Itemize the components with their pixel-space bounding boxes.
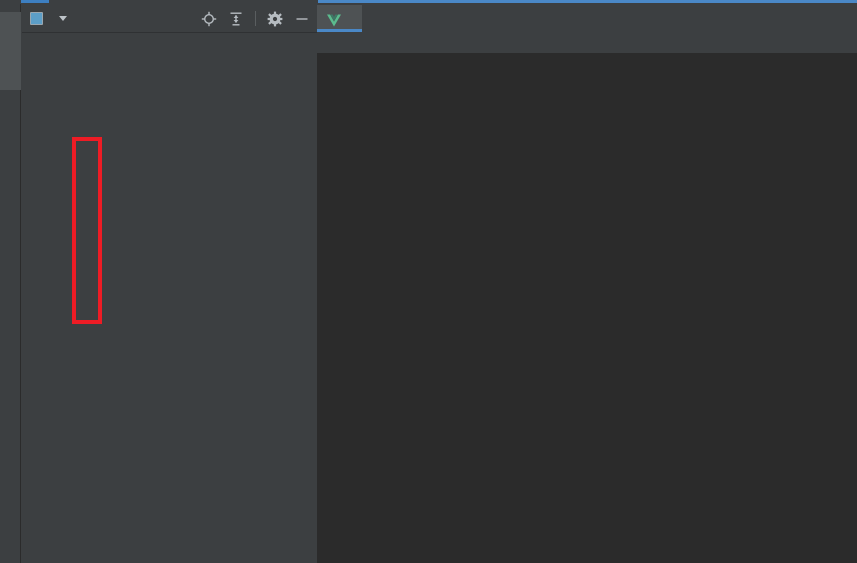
collapse-all-icon[interactable]	[228, 11, 244, 27]
breadcrumb[interactable]	[317, 32, 857, 54]
code-content[interactable]	[357, 54, 857, 563]
locate-icon[interactable]	[201, 11, 217, 27]
rail-button-structure[interactable]	[0, 497, 21, 563]
webstorm-window	[0, 0, 857, 563]
editor-area	[317, 4, 857, 563]
rail-button-project[interactable]	[0, 12, 21, 90]
chevron-down-icon[interactable]	[59, 15, 67, 21]
project-panel-title-group[interactable]	[22, 11, 67, 25]
project-window-icon	[30, 11, 43, 25]
editor-tab-bar	[317, 4, 857, 32]
left-tool-rail	[0, 4, 21, 563]
minimize-icon[interactable]	[294, 11, 310, 27]
vue-icon	[327, 12, 341, 27]
red-annotation-rectangle	[72, 137, 102, 324]
editor-tab-helloworld2[interactable]	[317, 5, 362, 32]
project-panel-toolbar	[201, 4, 310, 33]
editor-gutter[interactable]	[317, 54, 357, 563]
active-tab-underline	[317, 29, 362, 32]
gear-icon[interactable]	[267, 11, 283, 27]
editor-accent-bar	[318, 0, 857, 3]
project-accent-bar	[21, 0, 49, 3]
code-editor[interactable]	[317, 54, 857, 563]
toolbar-separator	[255, 11, 256, 26]
project-file-tree[interactable]	[22, 33, 317, 34]
project-panel-header	[22, 4, 317, 33]
project-tool-window	[22, 4, 317, 563]
